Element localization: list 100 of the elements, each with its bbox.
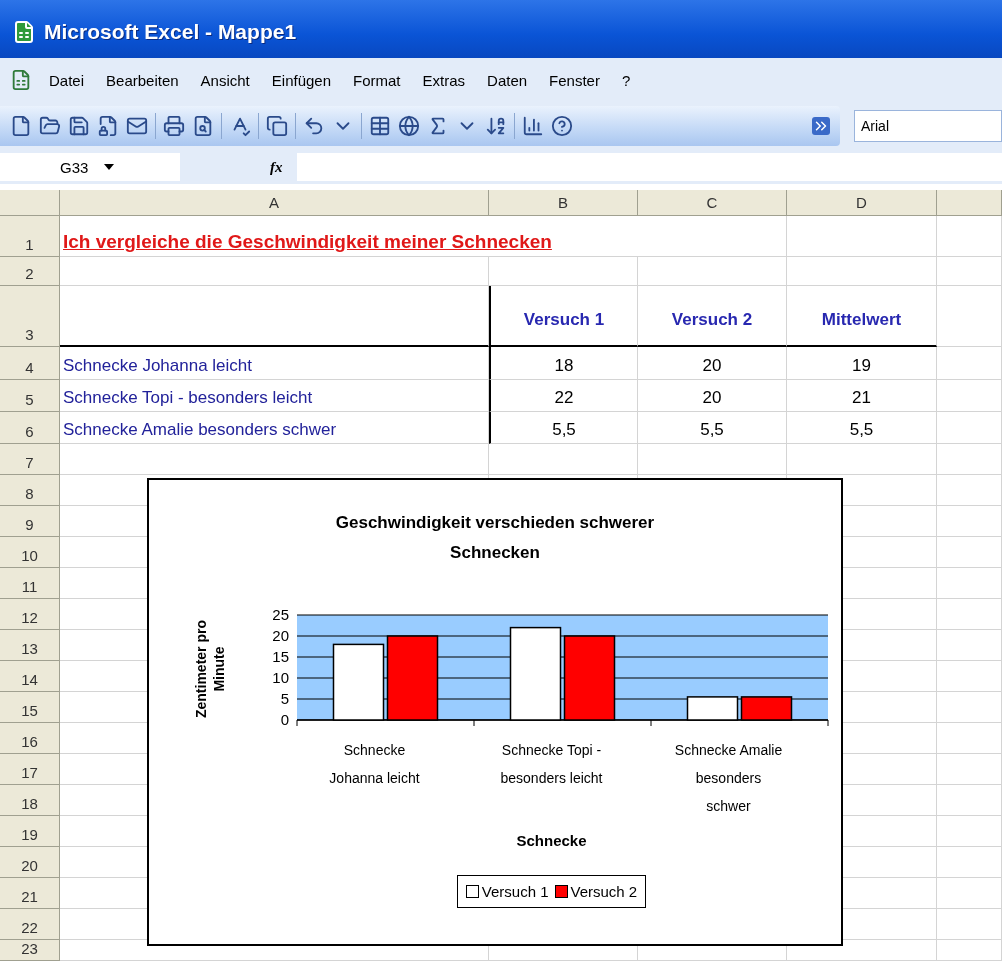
- print-preview-icon[interactable]: [192, 115, 214, 137]
- table-cell: 5,5: [787, 412, 937, 444]
- table-cell: [937, 816, 1002, 847]
- table-header-cell: Versuch 2: [638, 286, 787, 347]
- table-cell: Schnecke Amalie besonders schwer: [60, 412, 489, 444]
- row-header[interactable]: 18: [0, 785, 60, 816]
- table-cell: [937, 286, 1002, 347]
- row-header[interactable]: 23: [0, 940, 60, 961]
- table-cell: 18: [489, 347, 638, 380]
- table-cell: Schnecke Topi - besonders leicht: [60, 380, 489, 412]
- column-header[interactable]: D: [787, 190, 937, 216]
- mail-icon[interactable]: [126, 115, 148, 137]
- table-cell: [937, 444, 1002, 475]
- y-tick-label: 0: [280, 711, 289, 728]
- table-cell: [937, 692, 1002, 723]
- row-header[interactable]: 10: [0, 537, 60, 568]
- menu-item[interactable]: Bearbeiten: [95, 67, 190, 93]
- menu-item[interactable]: Fenster: [538, 67, 611, 93]
- row-header[interactable]: 15: [0, 692, 60, 723]
- row-header[interactable]: 9: [0, 506, 60, 537]
- table-cell: 22: [489, 380, 638, 412]
- permission-icon[interactable]: [97, 115, 119, 137]
- table-cell: 5,5: [638, 412, 787, 444]
- toolbar-overflow-icon[interactable]: [812, 117, 830, 135]
- formula-field[interactable]: [296, 153, 1002, 181]
- row-header[interactable]: 11: [0, 568, 60, 599]
- table-cell: [937, 568, 1002, 599]
- menu-item[interactable]: Extras: [411, 67, 477, 93]
- function-button[interactable]: fx: [270, 158, 283, 176]
- category-label: Schnecke Amalie besonders schwer: [673, 741, 784, 816]
- row-header[interactable]: 21: [0, 878, 60, 909]
- row-header[interactable]: 4: [0, 347, 60, 380]
- undo-icon[interactable]: [303, 115, 325, 137]
- row-header[interactable]: 7: [0, 444, 60, 475]
- y-axis-title: Zentimeter pro Minute: [192, 619, 228, 720]
- row-header[interactable]: 19: [0, 816, 60, 847]
- row-header[interactable]: 5: [0, 380, 60, 412]
- row-header[interactable]: 8: [0, 475, 60, 506]
- excel-icon: [12, 20, 36, 44]
- table-cell: 19: [787, 347, 937, 380]
- y-tick-label: 10: [272, 669, 289, 686]
- table-cell: [937, 599, 1002, 630]
- column-header[interactable]: C: [638, 190, 787, 216]
- dropdown-caret-icon[interactable]: [104, 164, 115, 170]
- copy-icon[interactable]: [266, 115, 288, 137]
- workbook-icon[interactable]: [10, 69, 32, 91]
- table-cell: [937, 940, 1002, 961]
- x-axis-title: Schnecke: [516, 832, 587, 849]
- new-file-icon[interactable]: [10, 115, 32, 137]
- chart-title: Geschwindigkeit verschieden schwerer Schnecken: [334, 512, 656, 564]
- row-header[interactable]: 2: [0, 257, 60, 286]
- table-cell: [937, 412, 1002, 444]
- folder-icon[interactable]: [39, 115, 61, 137]
- table-cell: [937, 847, 1002, 878]
- table-cell: [937, 475, 1002, 506]
- table-cell: 5,5: [489, 412, 638, 444]
- menu-item[interactable]: Format: [342, 67, 412, 93]
- font-field[interactable]: Arial: [854, 110, 1002, 142]
- table-cell: 21: [787, 380, 937, 412]
- sort-icon[interactable]: [485, 115, 507, 137]
- menu-item[interactable]: ?: [610, 67, 642, 93]
- row-header[interactable]: 17: [0, 754, 60, 785]
- column-header[interactable]: A: [60, 190, 489, 216]
- y-tick-label: 5: [280, 690, 289, 707]
- menu-item[interactable]: Datei: [38, 67, 96, 93]
- table-cell: [937, 506, 1002, 537]
- row-header[interactable]: 6: [0, 412, 60, 444]
- save-icon[interactable]: [68, 115, 90, 137]
- row-header[interactable]: 1: [0, 216, 60, 257]
- row-header[interactable]: 14: [0, 661, 60, 692]
- category-label: Schnecke Topi - besonders leicht: [499, 741, 604, 788]
- row-header[interactable]: 16: [0, 723, 60, 754]
- table-cell: [937, 257, 1002, 286]
- y-tick-label: 25: [272, 608, 289, 623]
- help-icon[interactable]: [551, 115, 573, 137]
- print-icon[interactable]: [163, 115, 185, 137]
- table-cell: [937, 909, 1002, 940]
- row-header[interactable]: 13: [0, 630, 60, 661]
- table-cell: [937, 754, 1002, 785]
- globe-icon[interactable]: [398, 115, 420, 137]
- menu-item[interactable]: Einfügen: [260, 67, 342, 93]
- category-label: Schnecke Johanna leicht: [328, 741, 421, 788]
- table-icon[interactable]: [369, 115, 391, 137]
- name-box[interactable]: G33: [0, 153, 180, 181]
- table-cell: [937, 630, 1002, 661]
- row-header[interactable]: 3: [0, 286, 60, 347]
- table-cell: 20: [638, 380, 787, 412]
- sheet-title: Ich vergleiche die Geschwindigkeit meiner Schnecken: [60, 216, 787, 257]
- menu-item[interactable]: Ansicht: [189, 67, 261, 93]
- y-tick-label: 20: [272, 627, 289, 644]
- chart-icon[interactable]: [522, 115, 544, 137]
- table-cell: 20: [638, 347, 787, 380]
- column-header[interactable]: B: [489, 190, 638, 216]
- window-title: Microsoft Excel - Mappe1: [44, 20, 297, 44]
- table-cell: [937, 380, 1002, 412]
- menu-item[interactable]: Daten: [476, 67, 539, 93]
- table-cell: [937, 878, 1002, 909]
- row-header[interactable]: 22: [0, 909, 60, 940]
- row-header[interactable]: 12: [0, 599, 60, 630]
- row-header[interactable]: 20: [0, 847, 60, 878]
